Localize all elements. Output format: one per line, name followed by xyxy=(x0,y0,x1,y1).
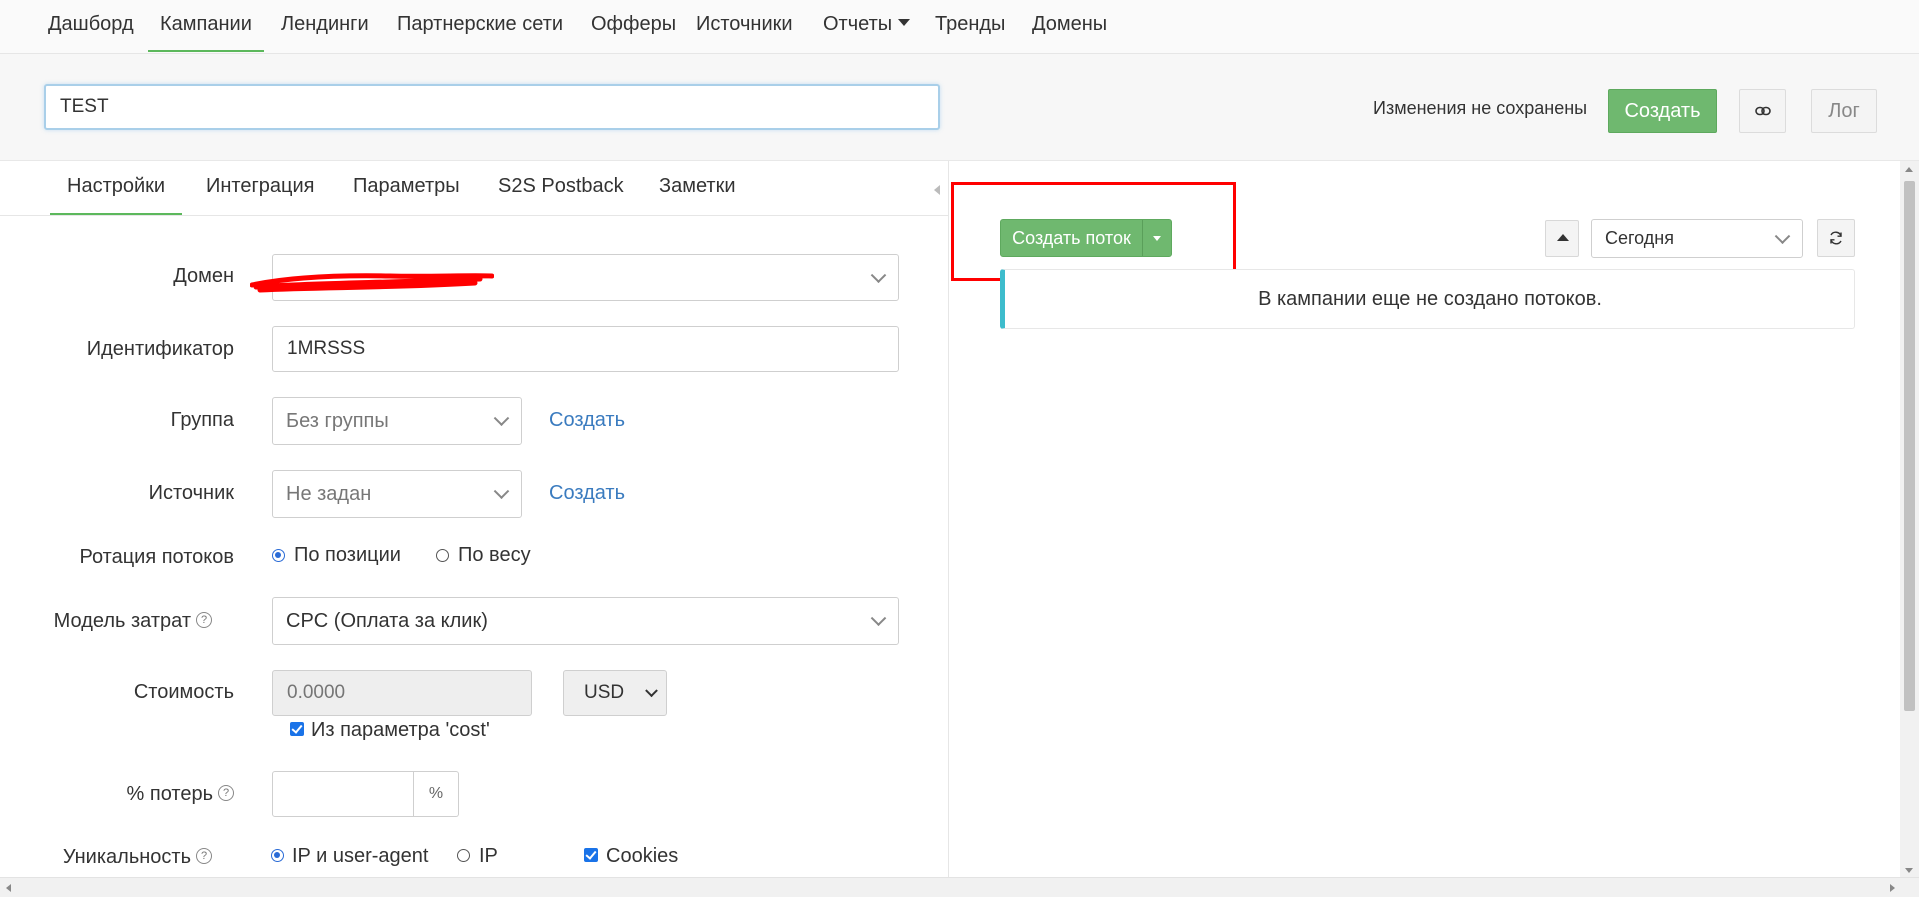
cost-model-select[interactable]: CPC (Оплата за клик) xyxy=(272,597,899,645)
sort-toggle-button[interactable] xyxy=(1545,220,1579,257)
unsaved-status: Изменения не сохранены xyxy=(1373,98,1588,118)
nav-sources[interactable]: Источники xyxy=(696,0,793,52)
uniqueness-label: Уникальность? xyxy=(12,846,212,869)
create-campaign-button[interactable]: Создать xyxy=(1608,89,1717,133)
uniqueness-ip-radio[interactable] xyxy=(457,849,470,862)
loss-input[interactable] xyxy=(272,771,414,817)
period-select-value: Сегодня xyxy=(1605,228,1674,248)
link-icon xyxy=(1755,106,1771,116)
chevron-down-icon xyxy=(645,684,658,698)
uniqueness-ip-ua-radio[interactable] xyxy=(271,849,284,862)
tab-settings[interactable]: Настройки xyxy=(50,161,183,215)
tab-s2s-postback[interactable]: S2S Postback xyxy=(498,161,624,215)
nav-dashboard[interactable]: Дашборд xyxy=(48,0,134,52)
chevron-down-icon xyxy=(493,410,510,427)
currency-select-value: USD xyxy=(584,682,625,703)
horizontal-scrollbar[interactable] xyxy=(0,877,1919,897)
app-root: Дашборд Кампании Лендинги Партнерские се… xyxy=(0,0,1919,897)
collapse-panel-icon[interactable] xyxy=(934,185,940,195)
nav-reports[interactable]: Отчеты xyxy=(823,0,911,52)
cost-model-label: Модель затрат? xyxy=(12,610,212,633)
scroll-left-icon[interactable] xyxy=(6,884,11,892)
tab-notes[interactable]: Заметки xyxy=(659,161,736,215)
help-icon[interactable]: ? xyxy=(196,611,212,628)
cost-label: Стоимость xyxy=(133,681,234,703)
nav-landings[interactable]: Лендинги xyxy=(281,0,369,52)
settings-tabs: Настройки Интеграция Параметры S2S Postb… xyxy=(0,161,948,216)
period-select[interactable]: Сегодня xyxy=(1591,219,1803,258)
chevron-down-icon xyxy=(1774,227,1791,244)
source-label: Источник xyxy=(148,482,234,504)
nav-reports-label: Отчеты xyxy=(823,13,893,35)
uniqueness-ip-label: IP xyxy=(479,845,498,867)
refresh-icon xyxy=(1830,231,1842,245)
empty-flows-alert: В кампании еще не создано потоков. xyxy=(1000,269,1855,329)
scroll-down-icon[interactable] xyxy=(1905,868,1913,873)
top-navbar: Дашборд Кампании Лендинги Партнерские се… xyxy=(0,0,1919,54)
cost-from-param-checkbox[interactable] xyxy=(290,722,304,736)
uniqueness-ip-ua-label: IP и user-agent xyxy=(292,845,429,867)
chevron-down-icon xyxy=(870,266,887,283)
uniqueness-label-text: Уникальность xyxy=(62,846,191,868)
create-source-link[interactable]: Создать xyxy=(549,482,625,505)
scroll-up-icon[interactable] xyxy=(1905,167,1913,172)
nav-offers[interactable]: Офферы xyxy=(591,0,676,52)
help-icon[interactable]: ? xyxy=(196,847,212,864)
log-button[interactable]: Лог xyxy=(1811,89,1877,133)
chevron-down-icon xyxy=(870,610,887,627)
refresh-button[interactable] xyxy=(1817,219,1855,257)
source-select[interactable]: Не задан xyxy=(272,470,522,518)
chevron-down-icon xyxy=(493,483,510,500)
help-icon[interactable]: ? xyxy=(218,784,234,801)
scrollbar-thumb[interactable] xyxy=(1904,181,1915,711)
caret-down-icon xyxy=(898,19,911,27)
cost-model-select-value: CPC (Оплата за клик) xyxy=(286,610,488,632)
nav-trends[interactable]: Тренды xyxy=(935,0,1005,52)
nav-affiliate-networks[interactable]: Партнерские сети xyxy=(397,0,563,52)
create-flow-label: Создать поток xyxy=(1012,228,1131,248)
loss-label-text: % потерь xyxy=(126,783,213,805)
cookies-label: Cookies xyxy=(606,845,679,867)
tab-parameters[interactable]: Параметры xyxy=(353,161,460,215)
tab-integration[interactable]: Интеграция xyxy=(206,161,314,215)
source-select-value: Не задан xyxy=(286,483,372,505)
identifier-input[interactable] xyxy=(272,326,899,372)
caret-down-icon xyxy=(1153,236,1161,241)
nav-campaigns[interactable]: Кампании xyxy=(148,0,264,52)
rotation-position-radio[interactable] xyxy=(272,549,285,562)
currency-select[interactable]: USD xyxy=(563,670,667,716)
redaction-scribble xyxy=(250,273,494,293)
rotation-position-label: По позиции xyxy=(294,544,401,566)
nav-domains[interactable]: Домены xyxy=(1032,0,1107,52)
cookies-checkbox[interactable] xyxy=(584,848,598,862)
rotation-weight-label: По весу xyxy=(458,544,531,566)
loss-label: % потерь? xyxy=(34,783,234,806)
scroll-right-icon[interactable] xyxy=(1890,884,1895,892)
create-flow-button[interactable]: Создать поток xyxy=(1000,219,1172,257)
group-select[interactable]: Без группы xyxy=(272,397,522,445)
link-button[interactable] xyxy=(1739,89,1786,133)
group-select-value: Без группы xyxy=(286,410,389,432)
identifier-label: Идентификатор xyxy=(86,338,234,360)
cost-input[interactable] xyxy=(272,670,532,716)
create-group-link[interactable]: Создать xyxy=(549,409,625,432)
percent-addon: % xyxy=(414,771,459,817)
cost-from-param-label: Из параметра 'cost' xyxy=(311,719,490,741)
rotation-weight-radio[interactable] xyxy=(436,549,449,562)
group-label: Группа xyxy=(170,409,234,431)
vertical-scrollbar[interactable] xyxy=(1900,161,1919,877)
rotation-label: Ротация потоков xyxy=(79,546,234,568)
create-flow-dropdown[interactable] xyxy=(1142,220,1172,256)
empty-flows-message: В кампании еще не создано потоков. xyxy=(1258,288,1602,310)
campaign-name-input[interactable] xyxy=(44,84,940,130)
cost-model-label-text: Модель затрат xyxy=(53,610,191,632)
domain-label: Домен xyxy=(173,265,234,287)
